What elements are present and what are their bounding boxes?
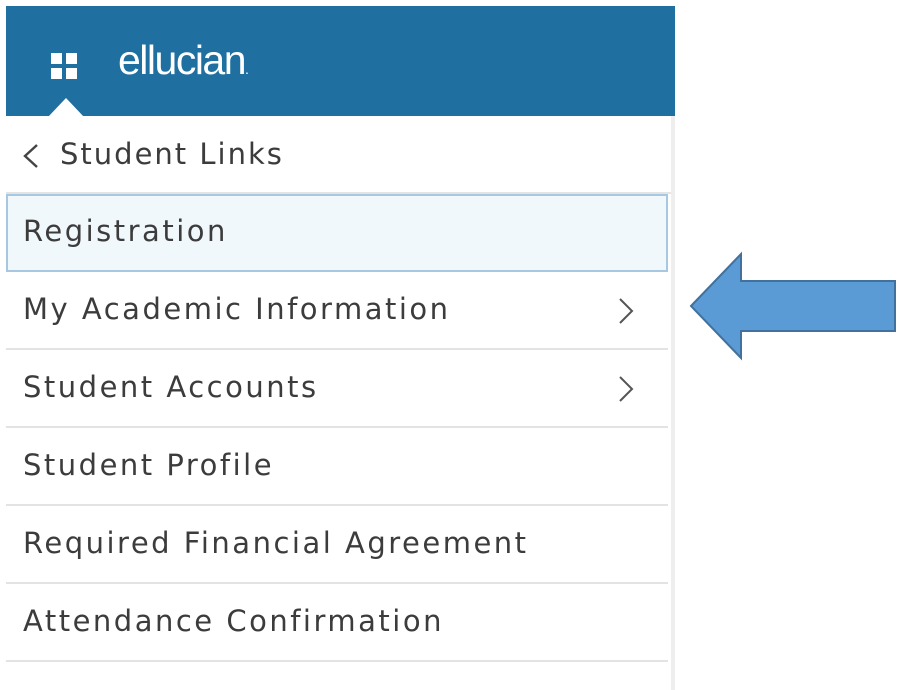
panel-right-border: [671, 116, 675, 690]
left-arrow-icon: [689, 251, 896, 361]
chevron-left-icon: [23, 144, 38, 168]
student-menu-panel: ellucian. Student Links Registration My …: [6, 6, 675, 690]
menu-item-label: Attendance Confirmation: [23, 604, 444, 638]
menu-item-required-financial-agreement[interactable]: Required Financial Agreement: [6, 506, 668, 584]
back-to-student-links[interactable]: Student Links: [6, 116, 675, 194]
menu-item-student-profile[interactable]: Student Profile: [6, 428, 668, 506]
menu-item-label: Registration: [23, 214, 228, 248]
back-label: Student Links: [60, 137, 284, 171]
menu-item-label: Student Accounts: [23, 370, 319, 404]
menu-item-label: Student Profile: [23, 448, 275, 482]
chevron-right-icon: [619, 376, 634, 402]
chevron-right-icon: [619, 298, 634, 324]
menu-item-my-academic-information[interactable]: My Academic Information: [6, 272, 668, 350]
brand-dot: .: [245, 61, 249, 77]
header-bar: ellucian.: [6, 6, 675, 117]
page: ellucian. Student Links Registration My …: [0, 0, 898, 690]
menu-item-attendance-confirmation[interactable]: Attendance Confirmation: [6, 584, 668, 662]
ellucian-logo[interactable]: ellucian.: [118, 40, 249, 81]
menu-item-student-accounts[interactable]: Student Accounts: [6, 350, 668, 428]
brand-name: ellucian: [118, 37, 247, 83]
menu-item-label: My Academic Information: [23, 292, 451, 326]
menu-pointer-caret: [48, 98, 84, 117]
menu-item-label: Required Financial Agreement: [23, 526, 529, 560]
menu-item-registration[interactable]: Registration: [6, 194, 668, 272]
apps-grid-icon[interactable]: [51, 53, 77, 79]
